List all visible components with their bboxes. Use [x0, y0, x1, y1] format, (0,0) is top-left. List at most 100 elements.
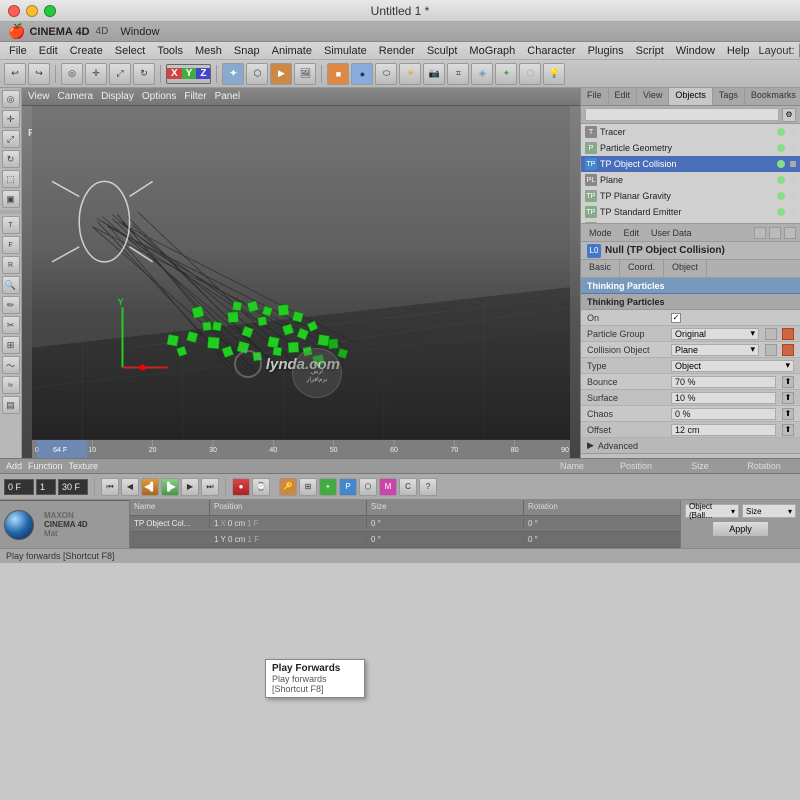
attr-spin-bounce[interactable]: ⬆: [782, 376, 794, 388]
obj-item-tracer[interactable]: T Tracer: [581, 124, 800, 140]
rp-tab-edit[interactable]: Edit: [609, 88, 638, 105]
attr-value-offset[interactable]: 12 cm: [671, 424, 776, 436]
new-object-button[interactable]: ✦: [222, 63, 244, 85]
cube-button[interactable]: ■: [327, 63, 349, 85]
y-axis-button[interactable]: Y: [182, 68, 197, 79]
material-sphere-preview[interactable]: [4, 510, 34, 540]
z-axis-button[interactable]: Z: [196, 68, 210, 79]
key-btn-1[interactable]: 🔑: [279, 478, 297, 496]
obj-vis-standard-emitter[interactable]: [777, 208, 785, 216]
scale-tool[interactable]: ⤢: [2, 130, 20, 148]
object-button[interactable]: ⬡: [246, 63, 268, 85]
rotate-tool[interactable]: ↻: [2, 150, 20, 168]
obj-item-tp-collision[interactable]: TP TP Object Collision: [581, 156, 800, 172]
viewport-menu-view[interactable]: View: [28, 91, 50, 102]
knife-tool[interactable]: ✂: [2, 316, 20, 334]
menu-snap[interactable]: Snap: [231, 45, 263, 57]
attr-value-chaos[interactable]: 0 %: [671, 408, 776, 420]
tl-menu-function[interactable]: Function: [28, 461, 63, 471]
key-btn-2[interactable]: ⊞: [299, 478, 317, 496]
bend-tool[interactable]: 〜: [2, 356, 20, 374]
redo-button[interactable]: ↪: [28, 63, 50, 85]
rp-tab-bookmarks[interactable]: Bookmarks: [745, 88, 800, 105]
cylinder-button[interactable]: ⬭: [375, 63, 397, 85]
menu-animate[interactable]: Animate: [269, 45, 315, 57]
attr-dropdown-type[interactable]: Object ▾: [671, 360, 794, 372]
key-btn-7[interactable]: C: [399, 478, 417, 496]
goto-end-button[interactable]: ⏭: [201, 478, 219, 496]
window-menu[interactable]: Window: [120, 26, 159, 38]
undo-button[interactable]: ↩: [4, 63, 26, 85]
viewport-menu-panel[interactable]: Panel: [215, 91, 241, 102]
play-forwards-button[interactable]: ▐▶: [161, 478, 179, 496]
search-input[interactable]: [585, 108, 779, 121]
scale-button[interactable]: ⤢: [109, 63, 131, 85]
maximize-button[interactable]: [44, 5, 56, 17]
attr-edit-btn[interactable]: Edit: [620, 228, 644, 238]
obj-vis-plane[interactable]: [777, 176, 785, 184]
menu-mesh[interactable]: Mesh: [192, 45, 225, 57]
attr-icon-1[interactable]: [754, 227, 766, 239]
attr-spin-surface[interactable]: ⬆: [782, 392, 794, 404]
xyz-toggle[interactable]: X Y Z: [166, 64, 211, 84]
3d-scene[interactable]: Perspective: [22, 106, 580, 458]
record-button[interactable]: ●: [232, 478, 250, 496]
field-button[interactable]: ◈: [471, 63, 493, 85]
attr-userdata-btn[interactable]: User Data: [647, 228, 696, 238]
attr-tab-basic[interactable]: Basic: [581, 260, 620, 277]
attr-value-bounce[interactable]: 70 %: [671, 376, 776, 388]
move-button[interactable]: ✛: [85, 63, 107, 85]
key-btn-3[interactable]: +: [319, 478, 337, 496]
attr-dropdown-collision-object[interactable]: Plane ▾: [671, 344, 759, 356]
view-top[interactable]: T: [2, 216, 20, 234]
sphere-button[interactable]: ●: [351, 63, 373, 85]
extrude-tool[interactable]: ⊞: [2, 336, 20, 354]
move-tool[interactable]: ✛: [2, 110, 20, 128]
obj-vis-particle-geo[interactable]: [777, 144, 785, 152]
select-tool[interactable]: ◎: [2, 90, 20, 108]
rp-tab-objects[interactable]: Objects: [669, 88, 713, 105]
paint-tool[interactable]: ✏: [2, 296, 20, 314]
menu-plugins[interactable]: Plugins: [585, 45, 627, 57]
obj-vis-tracer[interactable]: [777, 128, 785, 136]
hair-tool[interactable]: ≈: [2, 376, 20, 394]
render-view-button[interactable]: 🖼: [294, 63, 316, 85]
frame-start-field[interactable]: 0 F: [4, 479, 34, 495]
auto-key-button[interactable]: ⌚: [252, 478, 270, 496]
attr-btn-particle-group-2[interactable]: [782, 328, 794, 340]
attr-spin-offset[interactable]: ⬆: [782, 424, 794, 436]
menu-edit[interactable]: Edit: [36, 45, 61, 57]
attr-dropdown-particle-group[interactable]: Original ▾: [671, 328, 759, 340]
attr-btn-collision-object-2[interactable]: [782, 344, 794, 356]
attr-btn-collision-object[interactable]: [765, 344, 777, 356]
rp-tab-view[interactable]: View: [637, 88, 669, 105]
key-btn-4[interactable]: P: [339, 478, 357, 496]
obj-vis-planar-gravity[interactable]: [777, 192, 785, 200]
light-button[interactable]: ☀: [399, 63, 421, 85]
menu-simulate[interactable]: Simulate: [321, 45, 370, 57]
misc-button[interactable]: ⬡: [519, 63, 541, 85]
minimize-button[interactable]: [26, 5, 38, 17]
play-backwards-button[interactable]: ◀▌: [141, 478, 159, 496]
obj-item-plane[interactable]: PL Plane: [581, 172, 800, 188]
key-btn-5[interactable]: ⬡: [359, 478, 377, 496]
render-button[interactable]: ▶: [270, 63, 292, 85]
rp-tab-file[interactable]: File: [581, 88, 609, 105]
obj-item-standard-emitter[interactable]: TP TP Standard Emitter: [581, 204, 800, 220]
tl-menu-texture[interactable]: Texture: [69, 461, 99, 471]
viewport-menu-options[interactable]: Options: [142, 91, 176, 102]
viewport-menu-camera[interactable]: Camera: [58, 91, 94, 102]
attr-mode-btn[interactable]: Mode: [585, 228, 616, 238]
filter-button[interactable]: ⚙: [782, 108, 796, 122]
attr-tab-coord[interactable]: Coord.: [620, 260, 664, 277]
lasso-tool[interactable]: ⬚: [2, 170, 20, 188]
goto-start-button[interactable]: ⏮: [101, 478, 119, 496]
menu-sculpt[interactable]: Sculpt: [424, 45, 461, 57]
attr-btn-particle-group[interactable]: [765, 328, 777, 340]
obj-ball-select[interactable]: Object (Ball… ▾: [685, 504, 739, 518]
light2-button[interactable]: 💡: [543, 63, 565, 85]
live-selection-button[interactable]: ◎: [61, 63, 83, 85]
menu-render[interactable]: Render: [376, 45, 418, 57]
menu-mograph[interactable]: MoGraph: [466, 45, 518, 57]
camera-button[interactable]: 📷: [423, 63, 445, 85]
